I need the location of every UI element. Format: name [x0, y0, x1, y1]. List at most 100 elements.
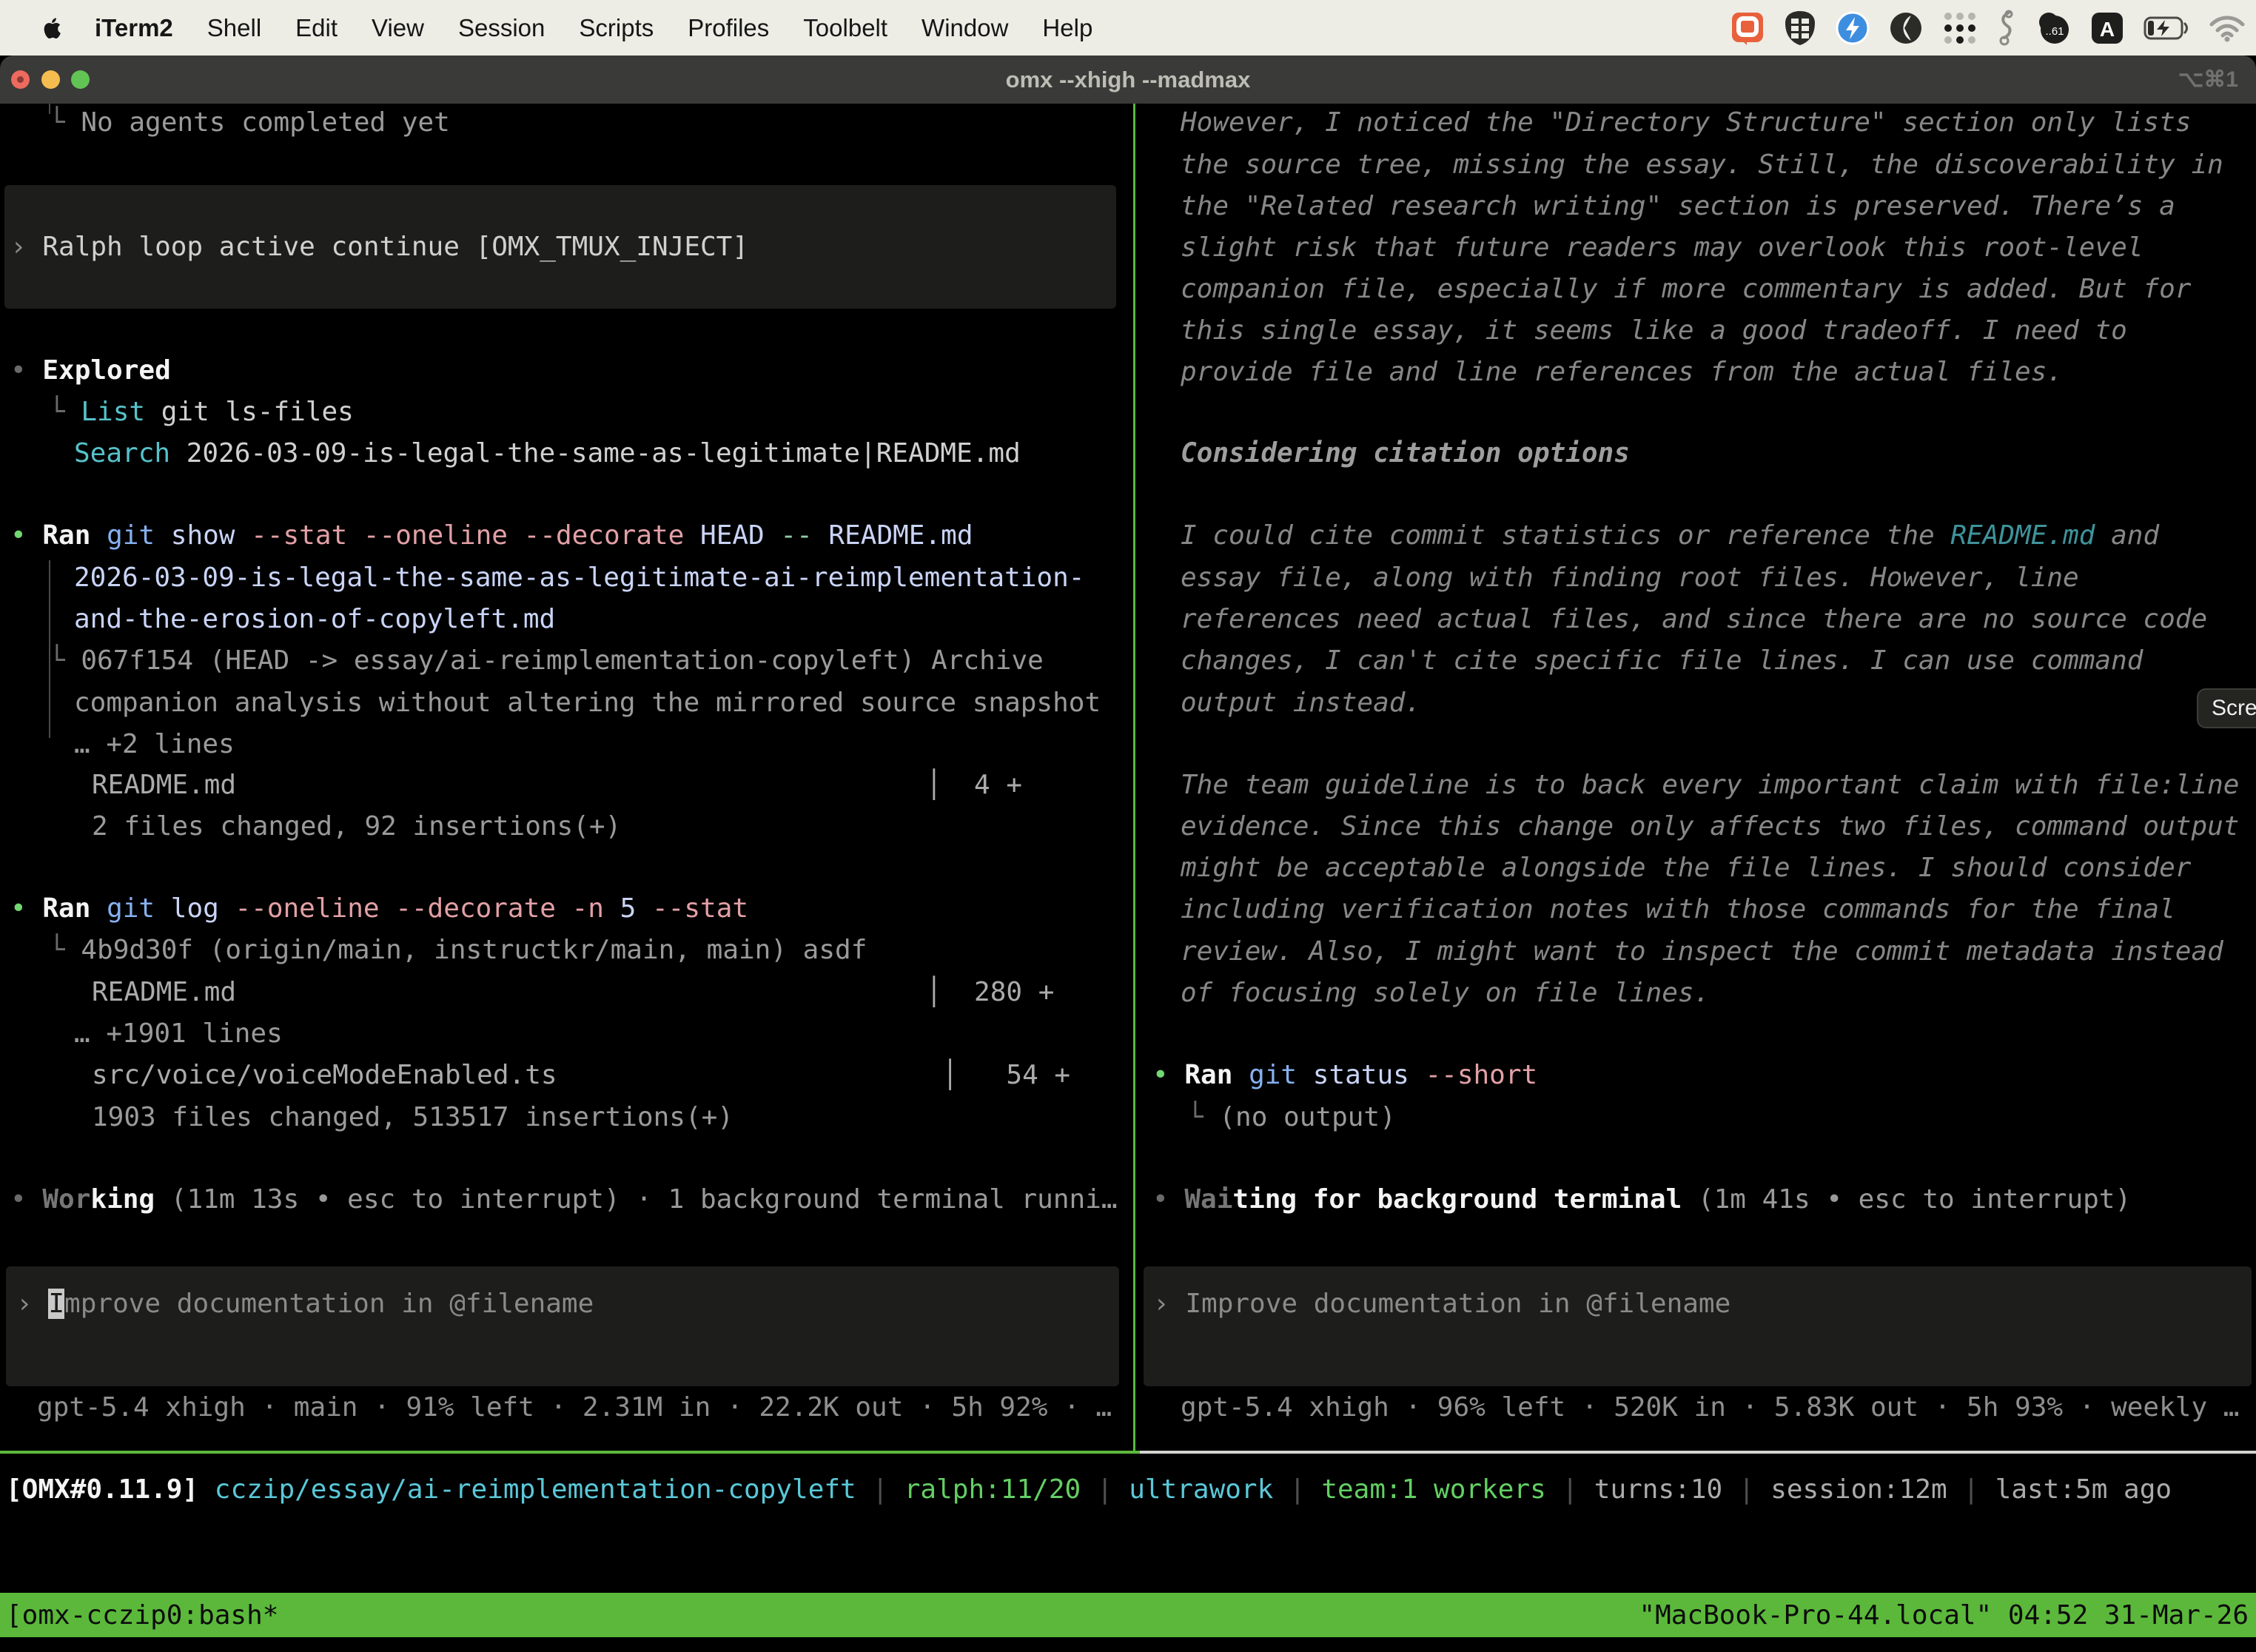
omx-status-segment: ralph:11/20 [904, 1468, 1081, 1511]
text-segment: status [1297, 1054, 1409, 1096]
menu-item-help[interactable]: Help [1042, 14, 1092, 42]
omx-status-segment: | [1081, 1468, 1129, 1511]
right-pane-line: of focusing solely on file lines. [1181, 972, 1710, 1014]
left-pane-line: └ No agents completed yet [49, 101, 450, 144]
hook-app-icon[interactable] [1997, 10, 2015, 47]
screen-indicator-label: Scre [2212, 696, 2256, 721]
text-segment: --stat --oneline --decorate [235, 514, 684, 557]
menu-item-iterm2[interactable]: iTerm2 [95, 14, 173, 42]
text-segment: └ [49, 101, 81, 144]
text-segment: git ls-files [145, 391, 354, 433]
text-segment: 1903 files changed, 513517 insertions(+) [92, 1096, 733, 1138]
battery-icon[interactable] [2143, 16, 2189, 41]
crescent-app-icon[interactable] [1889, 11, 1923, 45]
text-segment: I could cite commit statistics or refere… [1181, 514, 1950, 557]
left-pane-line: README.md │ 4 + [92, 764, 1022, 806]
text-segment: README.md │ 4 + [92, 764, 1022, 806]
text-segment: git [1232, 1054, 1297, 1096]
wifi-icon[interactable] [2209, 14, 2246, 42]
a-app-icon[interactable]: A [2090, 11, 2124, 45]
right-pane-line: including verification notes with those … [1181, 888, 2175, 930]
text-segment: HEAD [684, 514, 764, 557]
text-segment: List [81, 391, 145, 433]
left-pane-line: • Working (11m 13s • esc to interrupt) ·… [10, 1178, 1118, 1220]
text-segment: and-the-erosion-of-copyleft.md [74, 598, 555, 640]
left-pane-line: 2026-03-09-is-legal-the-same-as-legitima… [74, 557, 1084, 599]
left-pane-line: README.md │ 280 + [92, 971, 1054, 1013]
right-pane-line: I could cite commit statistics or refere… [1181, 514, 2159, 557]
menu-status-icons: ..61 A [1730, 10, 2246, 47]
right-input-placeholder: Improve documentation in @filename [1185, 1289, 1730, 1319]
svg-text:A: A [2100, 18, 2115, 41]
right-pane-line: provide file and line references from th… [1181, 351, 2063, 393]
right-pane-line: this single essay, it seems like a good … [1181, 309, 2127, 352]
terminal-body: › Ralph loop active continue [OMX_TMUX_I… [0, 104, 2256, 1593]
text-segment: --oneline --decorate -n [219, 887, 604, 930]
left-pane-line: 2 files changed, 92 insertions(+) [92, 805, 621, 847]
shield-app-icon[interactable] [1784, 10, 1816, 47]
right-pane-line: evidence. Since this change only affects… [1181, 805, 2239, 847]
bolt-app-icon[interactable] [1836, 11, 1870, 45]
menu-item-shell[interactable]: Shell [207, 14, 261, 42]
text-cursor: I [48, 1289, 64, 1319]
left-pane-line: Search 2026-03-09-is-legal-the-same-as-l… [74, 432, 1021, 474]
text-segment: • [10, 1178, 42, 1220]
text-segment: log [155, 887, 219, 930]
text-segment: └ [49, 391, 81, 433]
text-segment: └ [49, 929, 81, 971]
right-pane-line: the "Related research writing" section i… [1181, 185, 2175, 227]
text-segment: └ [49, 639, 81, 682]
omx-status-segment: cczip/essay/ai-reimplementation-copyleft [215, 1468, 856, 1511]
text-segment: Search [74, 432, 170, 474]
text-segment: provide file and line references from th… [1181, 351, 2063, 393]
text-segment: No agents completed yet [81, 101, 450, 144]
right-input-box[interactable]: › Improve documentation in @filename [1144, 1266, 2252, 1386]
text-segment: show [155, 514, 235, 557]
left-pane-line: … +1901 lines [74, 1013, 283, 1055]
text-segment: including verification notes with those … [1181, 888, 2175, 930]
battery-percent-icon[interactable]: ..61 [2034, 10, 2071, 46]
text-segment: the source tree, missing the essay. Stil… [1181, 144, 2223, 186]
right-pane-line: └ (no output) [1187, 1096, 1396, 1138]
text-segment: 2026-03-09-is-legal-the-same-as-legitima… [170, 432, 1021, 474]
menu-item-edit[interactable]: Edit [295, 14, 338, 42]
apple-menu-icon[interactable] [37, 13, 62, 43]
inactive-pane-border [1140, 1451, 2256, 1454]
menu-item-scripts[interactable]: Scripts [579, 14, 654, 42]
pane-separator[interactable] [1133, 104, 1135, 1452]
text-segment: └ [1187, 1096, 1219, 1138]
right-pane-line: Considering citation options [1181, 432, 1630, 474]
apple-logo-icon [37, 13, 62, 43]
tmux-status-bar: [omx-cczip0:bash* "MacBook-Pro-44.local"… [0, 1593, 2256, 1637]
inject-prompt-box[interactable]: › Ralph loop active continue [OMX_TMUX_I… [4, 185, 1116, 309]
text-segment: of focusing solely on file lines. [1181, 972, 1710, 1014]
menu-item-profiles[interactable]: Profiles [688, 14, 769, 42]
omx-status-segment: ultrawork [1129, 1468, 1273, 1511]
text-segment: (11m 13s • esc to interrupt) · 1 backgro… [155, 1178, 1117, 1220]
right-pane-line: references need actual files, and since … [1181, 598, 2207, 640]
text-segment: Ran [42, 514, 90, 557]
text-segment: README.md [1950, 514, 2095, 557]
menu-item-session[interactable]: Session [458, 14, 545, 42]
left-pane-line: src/voice/voiceModeEnabled.ts │ 54 + [92, 1054, 1070, 1096]
left-input-box[interactable]: › Improve documentation in @filename [6, 1266, 1119, 1386]
left-pane-line: … +2 lines [74, 723, 235, 765]
menu-item-toolbelt[interactable]: Toolbelt [803, 14, 887, 42]
left-pane-line: companion analysis without altering the … [74, 682, 1101, 724]
tmux-window-name[interactable]: [omx-cczip0:bash* [6, 1600, 278, 1631]
right-pane-line: essay file, along with finding root file… [1181, 557, 2079, 599]
menu-item-view[interactable]: View [372, 14, 424, 42]
menu-bar: iTerm2 Shell Edit View Session Scripts Profile… [0, 0, 2256, 56]
menu-item-window[interactable]: Window [921, 14, 1008, 42]
right-pane-line: • Ran git status --short [1152, 1054, 1537, 1096]
keyboard-switcher-icon[interactable] [1942, 10, 1978, 46]
text-segment: 2 files changed, 92 insertions(+) [92, 805, 621, 847]
text-segment: and [2095, 514, 2159, 557]
right-pane-line: companion file, especially if more comme… [1181, 268, 2191, 310]
prompt-chevron: › [16, 1289, 48, 1319]
text-segment: Wor [42, 1178, 90, 1220]
chat-app-icon[interactable] [1730, 10, 1765, 47]
right-pane-line: • Waiting for background terminal (1m 41… [1152, 1178, 2131, 1220]
screen-indicator-pill[interactable]: Scre [2197, 688, 2256, 728]
text-segment: Considering citation options [1181, 432, 1630, 474]
